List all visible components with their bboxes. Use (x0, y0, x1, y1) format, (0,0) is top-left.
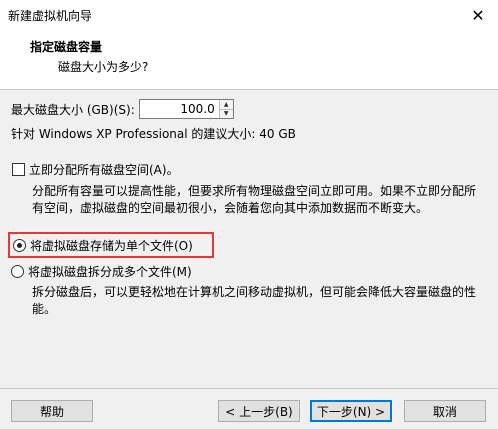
allocate-now-description: 分配所有容量可以提高性能，但要求所有物理磁盘空间立即可用。如果不立即分配所有空间… (32, 184, 477, 215)
cancel-button[interactable]: 取消 (404, 400, 486, 422)
increment-arrow-icon[interactable]: ▲ (219, 100, 233, 109)
allocate-now-checkbox-row[interactable]: 立即分配所有磁盘空间(A)。 (12, 161, 179, 178)
allocate-now-label[interactable]: 立即分配所有磁盘空间(A)。 (29, 161, 179, 178)
close-icon[interactable]: ✕ (458, 0, 498, 30)
single-file-option[interactable]: 将虚拟磁盘存储为单个文件(O) (8, 232, 214, 258)
wizard-content: 最大磁盘大小 (GB)(S): ▲ ▼ 针对 Windows XP Profes… (0, 91, 498, 388)
disk-size-stepper[interactable]: ▲ ▼ (138, 99, 234, 119)
stepper-buttons: ▲ ▼ (218, 100, 233, 118)
wizard-header: 指定磁盘容量 磁盘大小为多少? (0, 30, 498, 90)
title-bar: 新建虚拟机向导 ✕ (0, 0, 498, 30)
footer-divider (0, 388, 498, 389)
page-subtitle: 磁盘大小为多少? (58, 60, 149, 74)
disk-size-row: 最大磁盘大小 (GB)(S): ▲ ▼ (11, 99, 234, 119)
disk-size-label: 最大磁盘大小 (GB)(S): (11, 102, 135, 117)
back-button[interactable]: < 上一步(B) (218, 400, 300, 422)
help-button[interactable]: 帮助 (11, 400, 93, 422)
multi-file-label[interactable]: 将虚拟磁盘拆分成多个文件(M) (28, 263, 192, 280)
next-button[interactable]: 下一步(N) > (310, 400, 392, 422)
multi-file-option[interactable]: 将虚拟磁盘拆分成多个文件(M) (11, 263, 192, 280)
allocate-now-checkbox[interactable] (12, 163, 25, 176)
multi-file-description: 拆分磁盘后，可以更轻松地在计算机之间移动虚拟机，但可能会降低大容量磁盘的性能。 (32, 285, 477, 316)
decrement-arrow-icon[interactable]: ▼ (219, 108, 233, 118)
page-title: 指定磁盘容量 (30, 40, 103, 54)
multi-file-radio[interactable] (11, 265, 24, 278)
single-file-label[interactable]: 将虚拟磁盘存储为单个文件(O) (30, 237, 193, 254)
recommended-size-text: 针对 Windows XP Professional 的建议大小: 40 GB (11, 127, 296, 141)
single-file-radio[interactable] (13, 238, 26, 252)
disk-size-input[interactable] (139, 100, 219, 118)
window-title: 新建虚拟机向导 (8, 8, 93, 23)
